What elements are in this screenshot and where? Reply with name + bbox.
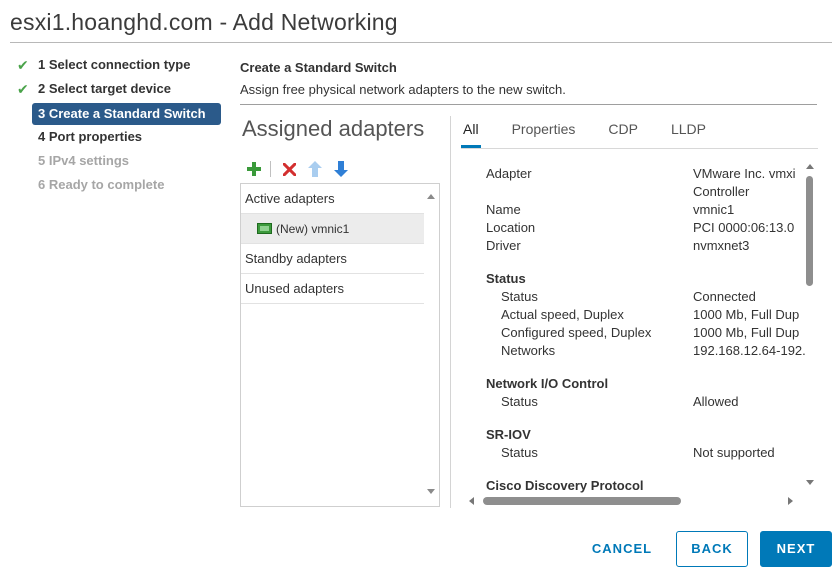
tab-properties[interactable]: Properties <box>512 118 576 148</box>
name-value: vmnic1 <box>693 202 735 217</box>
nioc-heading: Network I/O Control <box>486 376 609 391</box>
step-label: 6 Ready to complete <box>38 177 165 192</box>
scrollbar-thumb[interactable] <box>483 497 681 505</box>
back-button[interactable]: BACK <box>676 531 748 567</box>
name-label: Name <box>486 202 521 217</box>
checkmark-icon: ✔ <box>17 57 29 73</box>
tab-cdp[interactable]: CDP <box>608 118 638 148</box>
network-card-icon <box>257 223 272 234</box>
wizard-steps: ✔ 1 Select connection type ✔ 2 Select ta… <box>14 55 224 199</box>
tabs-divider <box>461 148 818 149</box>
scroll-right-icon[interactable] <box>788 497 793 505</box>
driver-value: nvmxnet3 <box>693 238 750 253</box>
step-create-standard-switch[interactable]: 3 Create a Standard Switch <box>32 103 221 125</box>
actual-speed-label: Actual speed, Duplex <box>501 307 624 322</box>
step-label: 3 Create a Standard Switch <box>38 106 206 121</box>
actual-speed-value: 1000 Mb, Full Dup <box>693 307 800 322</box>
step-label: 2 Select target device <box>38 81 171 96</box>
active-adapters-group: Active adapters <box>241 184 424 214</box>
step-label: 5 IPv4 settings <box>38 153 130 168</box>
standby-adapters-group: Standby adapters <box>241 244 424 274</box>
panel-divider <box>450 116 451 508</box>
adapter-item-vmnic1[interactable]: (New) vmnic1 <box>241 214 424 244</box>
add-icon[interactable] <box>244 159 264 179</box>
details-vertical-scrollbar[interactable] <box>803 160 817 493</box>
status-label: Status <box>501 289 538 304</box>
status-value: Connected <box>693 289 756 304</box>
nioc-status-label: Status <box>501 394 538 409</box>
nioc-status-value: Allowed <box>693 394 739 409</box>
scroll-up-icon[interactable] <box>427 194 435 199</box>
step-select-connection-type[interactable]: ✔ 1 Select connection type <box>14 55 224 79</box>
sriov-status-value: Not supported <box>693 445 775 460</box>
move-up-icon[interactable] <box>305 159 325 179</box>
step-label: 1 Select connection type <box>38 57 191 72</box>
adapter-value-cont: Controller <box>693 184 750 199</box>
assigned-adapters-heading: Assigned adapters <box>242 116 425 141</box>
scroll-left-icon[interactable] <box>469 497 474 505</box>
details-horizontal-scrollbar[interactable] <box>465 494 803 508</box>
location-label: Location <box>486 220 536 235</box>
adapters-toolbar <box>244 159 357 179</box>
section-divider <box>240 104 817 105</box>
adapter-item-label: (New) vmnic1 <box>276 221 350 236</box>
sriov-heading: SR-IOV <box>486 427 531 442</box>
scroll-up-icon[interactable] <box>806 164 814 169</box>
details-tabs: All Properties CDP LLDP <box>461 118 739 148</box>
networks-label: Networks <box>501 343 556 358</box>
section-title: Create a Standard Switch <box>240 60 397 75</box>
move-down-icon[interactable] <box>331 159 351 179</box>
step-select-target-device[interactable]: ✔ 2 Select target device <box>14 79 224 103</box>
scrollbar-thumb[interactable] <box>806 176 813 286</box>
step-port-properties[interactable]: 4 Port properties <box>14 127 224 151</box>
step-ipv4-settings: 5 IPv4 settings <box>14 151 224 175</box>
unused-adapters-group: Unused adapters <box>241 274 424 304</box>
location-value: PCI 0000:06:13.0 <box>693 220 795 235</box>
tab-all[interactable]: All <box>461 118 481 148</box>
next-button[interactable]: NEXT <box>760 531 832 567</box>
adapter-label: Adapter <box>486 166 532 181</box>
configured-speed-label: Configured speed, Duplex <box>501 325 652 340</box>
networks-value: 192.168.12.64-192. <box>693 343 806 358</box>
adapter-list-scrollbar[interactable] <box>423 184 439 506</box>
checkmark-icon: ✔ <box>17 81 29 97</box>
scroll-down-icon[interactable] <box>427 489 435 494</box>
status-heading: Status <box>486 271 526 286</box>
adapter-value: VMware Inc. vmxi <box>693 166 796 181</box>
dialog-title: esxi1.hoanghd.com - Add Networking <box>10 9 398 35</box>
step-ready-to-complete: 6 Ready to complete <box>14 175 224 199</box>
toolbar-separator <box>270 161 271 177</box>
cdp-heading: Cisco Discovery Protocol <box>486 478 644 493</box>
configured-speed-value: 1000 Mb, Full Dup <box>693 325 800 340</box>
sriov-status-label: Status <box>501 445 538 460</box>
cancel-button[interactable]: CANCEL <box>582 531 662 567</box>
scroll-down-icon[interactable] <box>806 480 814 485</box>
tab-lldp[interactable]: LLDP <box>671 118 706 148</box>
adapter-details: Adapter VMware Inc. vmxi Controller Name… <box>470 160 817 493</box>
driver-label: Driver <box>486 238 521 253</box>
adapter-list[interactable]: Active adapters (New) vmnic1 Standby ada… <box>240 183 440 507</box>
remove-icon[interactable] <box>279 159 299 179</box>
section-description: Assign free physical network adapters to… <box>240 82 566 97</box>
title-divider <box>10 42 832 43</box>
step-label: 4 Port properties <box>38 129 143 144</box>
